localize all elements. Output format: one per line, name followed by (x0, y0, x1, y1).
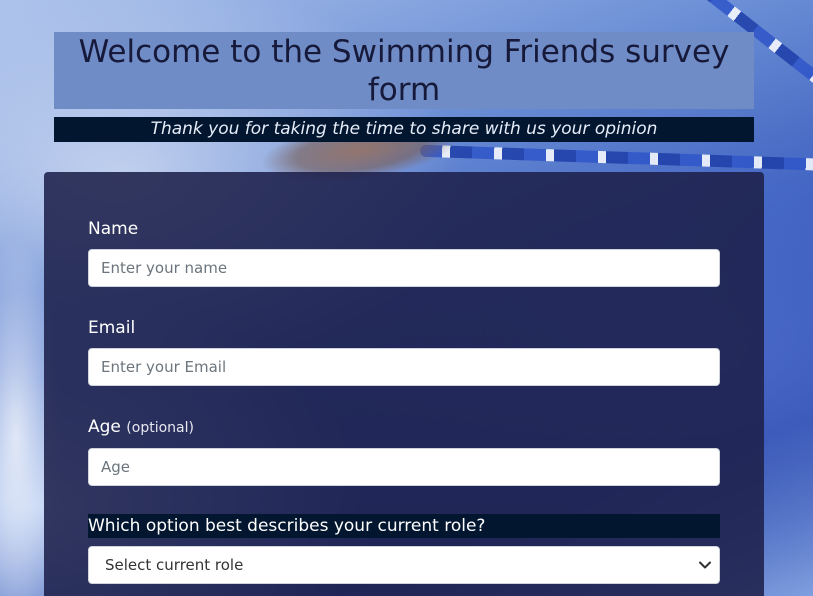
survey-form: Name Email Age (optional) Which option b… (44, 172, 764, 596)
email-label: Email (88, 318, 136, 338)
page-title: Welcome to the Swimming Friends survey f… (54, 32, 754, 109)
age-label: Age (optional) (88, 416, 194, 439)
page-subtitle: Thank you for taking the time to share w… (54, 117, 754, 142)
background-lane-rope (419, 144, 813, 172)
role-select[interactable]: Select current role (88, 546, 720, 584)
role-label: Which option best describes your current… (88, 514, 720, 538)
role-select-value: Select current role (105, 556, 244, 574)
name-label: Name (88, 219, 139, 239)
name-input[interactable] (88, 249, 720, 287)
age-input[interactable] (88, 448, 720, 486)
email-input[interactable] (88, 348, 720, 386)
age-optional-text: (optional) (126, 420, 194, 436)
chevron-down-icon (699, 547, 711, 583)
age-label-text: Age (88, 417, 121, 437)
